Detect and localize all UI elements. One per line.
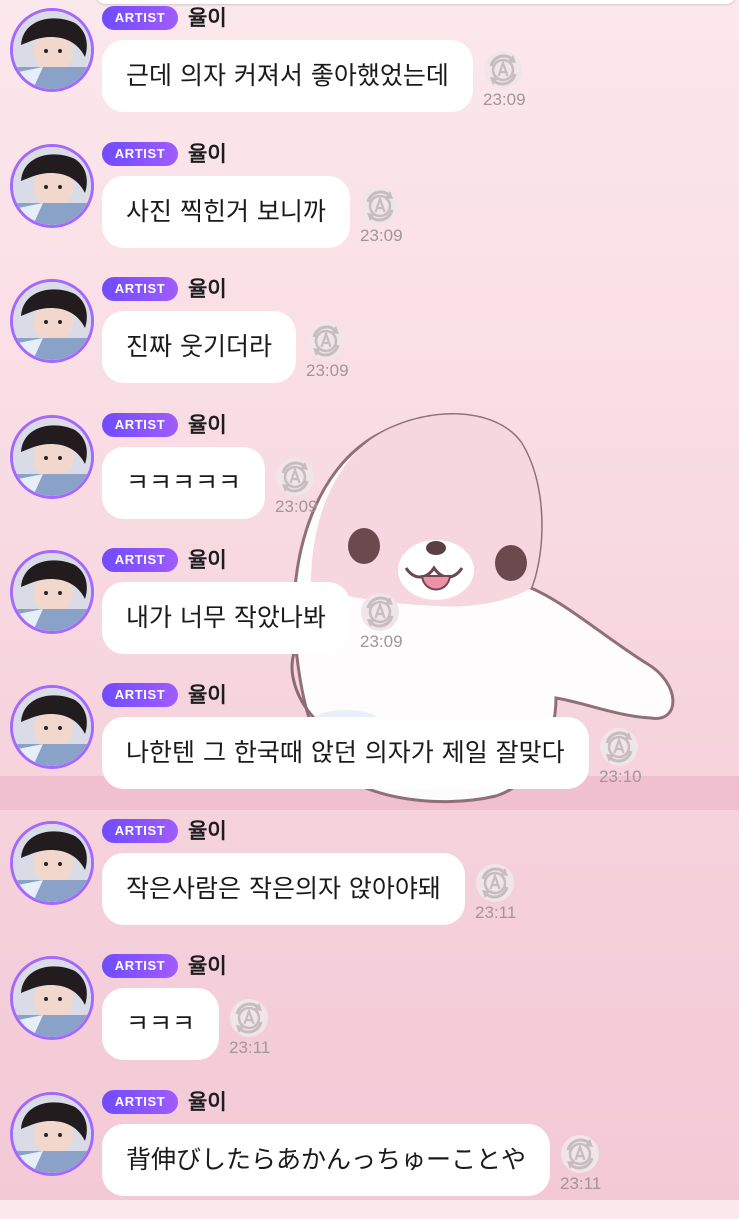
translate-a-icon[interactable] xyxy=(560,1134,600,1174)
message-time: 23:11 xyxy=(560,1174,602,1193)
message-bubble[interactable]: 작은사람은 작은의자 앉아야돼 xyxy=(102,853,465,925)
message-time: 23:11 xyxy=(475,903,517,922)
message-time: 23:09 xyxy=(360,226,403,245)
profile-photo-icon xyxy=(13,959,91,1037)
artist-badge: ARTIST xyxy=(102,142,178,166)
artist-badge: ARTIST xyxy=(102,1090,178,1114)
avatar[interactable] xyxy=(10,685,94,769)
translate-a-icon[interactable] xyxy=(275,457,315,497)
chat-message-list: ARTIST 율이 근데 의자 커져서 좋아했었는데 23:09 ARTIST … xyxy=(0,0,739,1200)
chat-message: ARTIST 율이 나한텐 그 한국때 앉던 의자가 제일 잘맞다 23:10 xyxy=(0,677,739,812)
message-time: 23:09 xyxy=(275,497,318,516)
message-bubble[interactable]: 근데 의자 커져서 좋아했었는데 xyxy=(102,40,473,112)
message-bubble[interactable]: 背伸びしたらあかんっちゅーことや xyxy=(102,1124,551,1196)
chat-message: ARTIST 율이 ㅋㅋㅋ 23:11 xyxy=(0,948,739,1083)
avatar[interactable] xyxy=(10,144,94,228)
message-time: 23:10 xyxy=(599,767,642,786)
avatar[interactable] xyxy=(10,279,94,363)
message-time: 23:11 xyxy=(229,1038,271,1057)
chat-message: ARTIST 율이 내가 너무 작았나봐 23:09 xyxy=(0,542,739,677)
chat-message: ARTIST 율이 ㅋㅋㅋㅋㅋ 23:09 xyxy=(0,407,739,542)
message-time: 23:09 xyxy=(306,361,349,380)
avatar[interactable] xyxy=(10,956,94,1040)
artist-badge: ARTIST xyxy=(102,683,178,707)
profile-photo-icon xyxy=(13,688,91,766)
message-bubble[interactable]: ㅋㅋㅋ xyxy=(102,988,220,1060)
message-meta: 23:11 xyxy=(475,863,535,923)
profile-photo-icon xyxy=(13,824,91,902)
message-meta: 23:09 xyxy=(275,457,335,517)
avatar[interactable] xyxy=(10,8,94,92)
avatar[interactable] xyxy=(10,821,94,905)
message-meta: 23:09 xyxy=(306,321,366,381)
profile-photo-icon xyxy=(13,282,91,360)
chat-message: ARTIST 율이 진짜 웃기더라 23:09 xyxy=(0,271,739,406)
chat-message: ARTIST 율이 근데 의자 커져서 좋아했었는데 23:09 xyxy=(0,0,739,135)
translate-a-icon[interactable] xyxy=(599,727,639,767)
sender-name: 율이 xyxy=(188,142,227,166)
message-meta: 23:10 xyxy=(599,727,659,787)
sender-name: 율이 xyxy=(188,413,227,437)
translate-a-icon[interactable] xyxy=(360,186,400,226)
message-meta: 23:09 xyxy=(360,592,420,652)
profile-photo-icon xyxy=(13,1095,91,1173)
sender-name: 율이 xyxy=(188,1090,227,1114)
avatar[interactable] xyxy=(10,550,94,634)
sender-name: 율이 xyxy=(188,683,227,707)
chat-message: ARTIST 율이 작은사람은 작은의자 앉아야돼 23:11 xyxy=(0,813,739,948)
artist-badge: ARTIST xyxy=(102,954,178,978)
message-time: 23:09 xyxy=(483,90,526,109)
message-meta: 23:09 xyxy=(360,186,420,246)
message-bubble[interactable]: 사진 찍힌거 보니까 xyxy=(102,176,350,248)
chat-message: ARTIST 율이 사진 찍힌거 보니까 23:09 xyxy=(0,136,739,271)
profile-photo-icon xyxy=(13,11,91,89)
artist-badge: ARTIST xyxy=(102,277,178,301)
artist-badge: ARTIST xyxy=(102,6,178,30)
sender-name: 율이 xyxy=(188,954,227,978)
message-bubble[interactable]: ㅋㅋㅋㅋㅋ xyxy=(102,447,266,519)
translate-a-icon[interactable] xyxy=(229,998,269,1038)
translate-a-icon[interactable] xyxy=(306,321,346,361)
profile-photo-icon xyxy=(13,418,91,496)
artist-badge: ARTIST xyxy=(102,413,178,437)
profile-photo-icon xyxy=(13,553,91,631)
message-bubble[interactable]: 내가 너무 작았나봐 xyxy=(102,582,350,654)
avatar[interactable] xyxy=(10,1092,94,1176)
sender-name: 율이 xyxy=(188,819,227,843)
artist-badge: ARTIST xyxy=(102,819,178,843)
avatar[interactable] xyxy=(10,415,94,499)
message-time: 23:09 xyxy=(360,632,403,651)
profile-photo-icon xyxy=(13,147,91,225)
sender-name: 율이 xyxy=(188,277,227,301)
translate-a-icon[interactable] xyxy=(475,863,515,903)
message-bubble[interactable]: 나한텐 그 한국때 앉던 의자가 제일 잘맞다 xyxy=(102,717,589,789)
message-meta: 23:11 xyxy=(560,1134,620,1194)
message-bubble[interactable]: 진짜 웃기더라 xyxy=(102,311,296,383)
translate-a-icon[interactable] xyxy=(483,50,523,90)
sender-name: 율이 xyxy=(188,548,227,572)
artist-badge: ARTIST xyxy=(102,548,178,572)
message-meta: 23:11 xyxy=(229,998,289,1058)
message-meta: 23:09 xyxy=(483,50,543,110)
sender-name: 율이 xyxy=(188,6,227,30)
chat-message: ARTIST 율이 背伸びしたらあかんっちゅーことや 23:11 xyxy=(0,1084,739,1219)
translate-a-icon[interactable] xyxy=(360,592,400,632)
